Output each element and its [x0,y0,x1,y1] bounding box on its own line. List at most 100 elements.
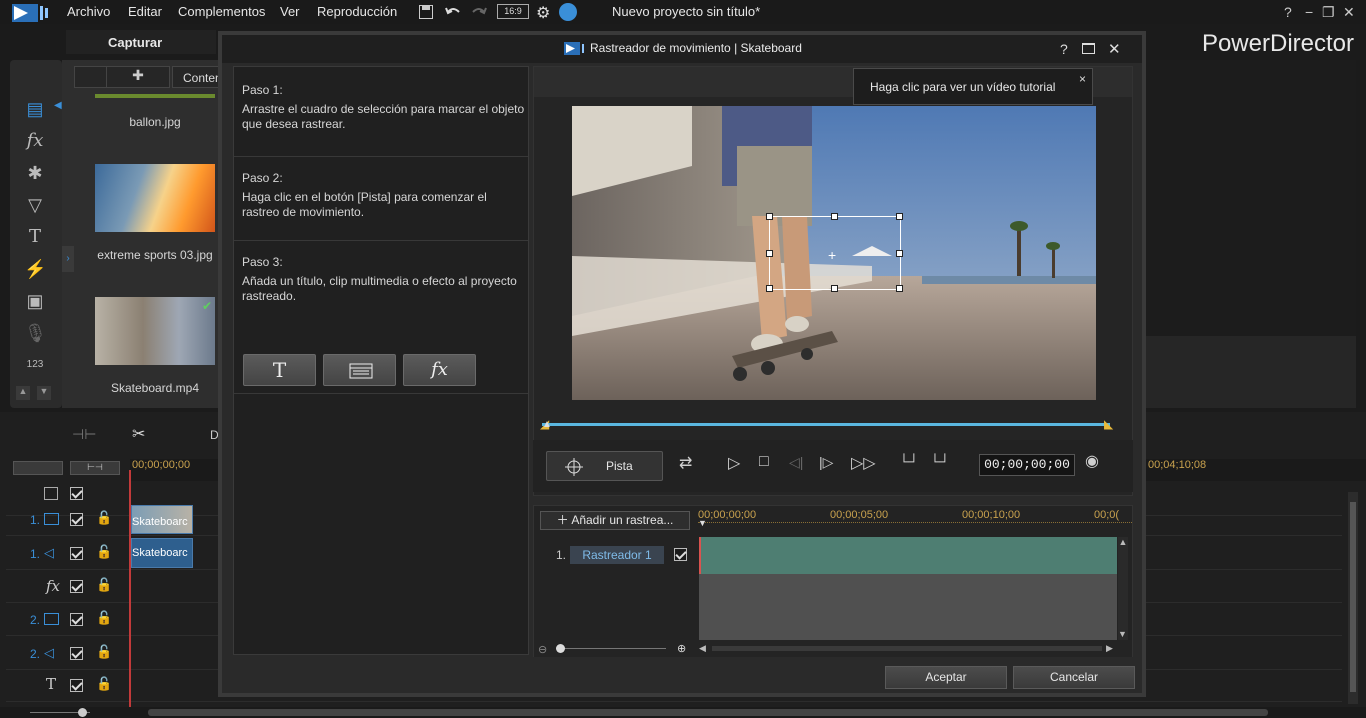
scrub-bar[interactable] [542,423,1110,426]
transition-room-icon[interactable]: ⚡ [24,258,46,280]
tooltip-close-icon[interactable]: × [1079,72,1086,86]
track-enable-checkbox[interactable] [70,547,83,560]
ballon-thumbnail[interactable] [95,94,215,98]
tracker-clip[interactable] [699,537,1117,574]
dialog-help-icon[interactable]: ? [1060,41,1068,57]
scroll-right-icon[interactable]: ▶ [1106,643,1113,654]
tutorial-tooltip[interactable]: Haga clic para ver un vídeo tutorial × [853,68,1093,105]
menu-archivo[interactable]: Archivo [67,4,110,19]
plugins-icon[interactable]: ✚ [106,66,170,88]
tracker-horizontal-scrollbar[interactable] [712,646,1102,651]
resize-handle[interactable] [831,213,838,220]
track-enable-checkbox[interactable] [70,679,83,692]
menu-editar[interactable]: Editar [128,4,162,19]
resize-handle[interactable] [766,213,773,220]
scissors-icon[interactable]: ✂ [132,424,145,444]
tracker-vertical-scrollbar[interactable]: ▲ ▼ [1118,537,1128,640]
set-start-icon[interactable]: └┘ [899,453,919,469]
track-enable-checkbox[interactable] [70,513,83,526]
add-effect-button[interactable]: fx [403,354,476,386]
tracker-settings-icon[interactable]: ⇄ [679,453,692,473]
tracker-enable-checkbox[interactable] [674,548,687,561]
cancel-button[interactable]: Cancelar [1013,666,1135,689]
play-icon[interactable]: ▷ [728,453,740,473]
track-enable-checkbox[interactable] [70,580,83,593]
playhead[interactable] [129,470,131,718]
redo-icon[interactable] [470,4,488,20]
tracker-playhead-icon[interactable]: ▼ [698,518,707,528]
resize-handle[interactable] [896,213,903,220]
lock-icon[interactable]: 🔓 [96,510,112,526]
capture-tab[interactable]: Capturar [66,30,216,54]
zoom-in-icon[interactable]: ⊕ [677,642,686,655]
skateboard-thumbnail[interactable] [95,297,215,365]
track-select-icon[interactable] [44,487,58,500]
audio-clip[interactable]: Skateboarc [131,538,193,568]
resize-handle[interactable] [896,250,903,257]
aspect-ratio-select[interactable]: 16:9 [497,4,529,19]
content-filter-tab[interactable]: Conten [172,66,222,88]
video-clip[interactable]: Skateboarc [131,505,193,534]
fx-room-icon[interactable]: fx [24,130,46,152]
zoom-out-icon[interactable]: ⊖ [538,643,547,656]
resize-handle[interactable] [766,285,773,292]
chapter-room-icon[interactable]: 123 [24,354,46,376]
save-icon[interactable] [418,4,434,20]
lock-icon[interactable]: 🔓 [96,644,112,660]
scroll-up-icon[interactable]: ▲ [1118,537,1128,547]
menu-complementos[interactable]: Complementos [178,4,265,19]
set-end-icon[interactable]: └┘ [930,453,950,469]
minimize-icon[interactable]: − [1305,4,1313,20]
media-room-icon[interactable]: ▤ [24,98,46,120]
scroll-left-icon[interactable]: ◀ [699,643,706,654]
add-title-button[interactable]: T [243,354,316,386]
particle-room-icon[interactable]: ▽ [24,194,46,216]
tracking-selection-box[interactable]: + [766,213,903,292]
resize-handle[interactable] [831,285,838,292]
video-preview[interactable]: + [572,106,1096,400]
voiceover-room-icon[interactable]: 🎙 [24,322,47,344]
expand-panel-icon[interactable]: › [62,246,74,272]
lock-icon[interactable]: 🔓 [96,577,112,593]
tracker-name-field[interactable]: Rastreador 1 [570,546,664,564]
menu-ver[interactable]: Ver [280,4,300,19]
timeline-scrollbar[interactable] [148,709,1268,716]
timecode-display[interactable]: 00;00;00;00 [979,454,1075,476]
scrub-handle-icon[interactable]: ▲ [542,419,552,430]
previous-frame-icon[interactable]: ◁| [789,454,803,471]
add-media-button[interactable] [323,354,396,386]
lock-icon[interactable]: 🔓 [96,544,112,560]
pip-room-icon[interactable]: ✱ [24,162,46,184]
add-tracker-button[interactable]: ＋ Añadir un rastrea... [540,511,690,530]
vertical-scrollbar[interactable] [1348,492,1358,704]
lock-icon[interactable]: 🔓 [96,610,112,626]
accept-button[interactable]: Aceptar [885,666,1007,689]
menu-reproduccion[interactable]: Reproducción [317,4,397,19]
undo-icon[interactable] [444,4,462,20]
mark-out-icon[interactable]: ◣ [1104,417,1113,431]
scroll-down-icon[interactable]: ▼ [1118,629,1127,639]
resize-handle[interactable] [896,285,903,292]
restore-icon[interactable]: ❐ [1322,4,1335,21]
stop-icon[interactable]: □ [759,453,769,471]
fit-timeline-icon[interactable]: ⊢⊣ [70,461,120,475]
dialog-close-icon[interactable]: ✕ [1108,40,1121,58]
next-frame-icon[interactable]: |▷ [819,454,833,471]
preview-mode-icon[interactable]: ◉ [1085,451,1099,471]
tracker-zoom-handle[interactable] [556,644,565,653]
extreme-sports-thumbnail[interactable] [95,164,215,232]
lock-icon[interactable]: 🔓 [96,676,112,692]
fast-forward-icon[interactable]: ▷▷ [851,453,876,473]
app-help-icon[interactable]: ? [1284,4,1292,20]
track-enable-checkbox[interactable] [70,613,83,626]
maximize-icon[interactable] [1082,43,1095,54]
title-room-icon[interactable]: T [24,226,46,248]
track-button[interactable]: Pista [546,451,663,481]
scroll-down-icon[interactable]: ▼ [37,386,51,400]
track-enable-checkbox[interactable] [70,647,83,660]
zoom-slider-handle[interactable] [78,708,87,717]
split-icon[interactable]: ⊣⊢ [72,426,96,443]
import-media-icon[interactable] [74,66,108,88]
resize-handle[interactable] [766,250,773,257]
tracker-ruler[interactable]: 00;00;00;00 00;00;05;00 00;00;10;00 00;0… [698,506,1132,534]
